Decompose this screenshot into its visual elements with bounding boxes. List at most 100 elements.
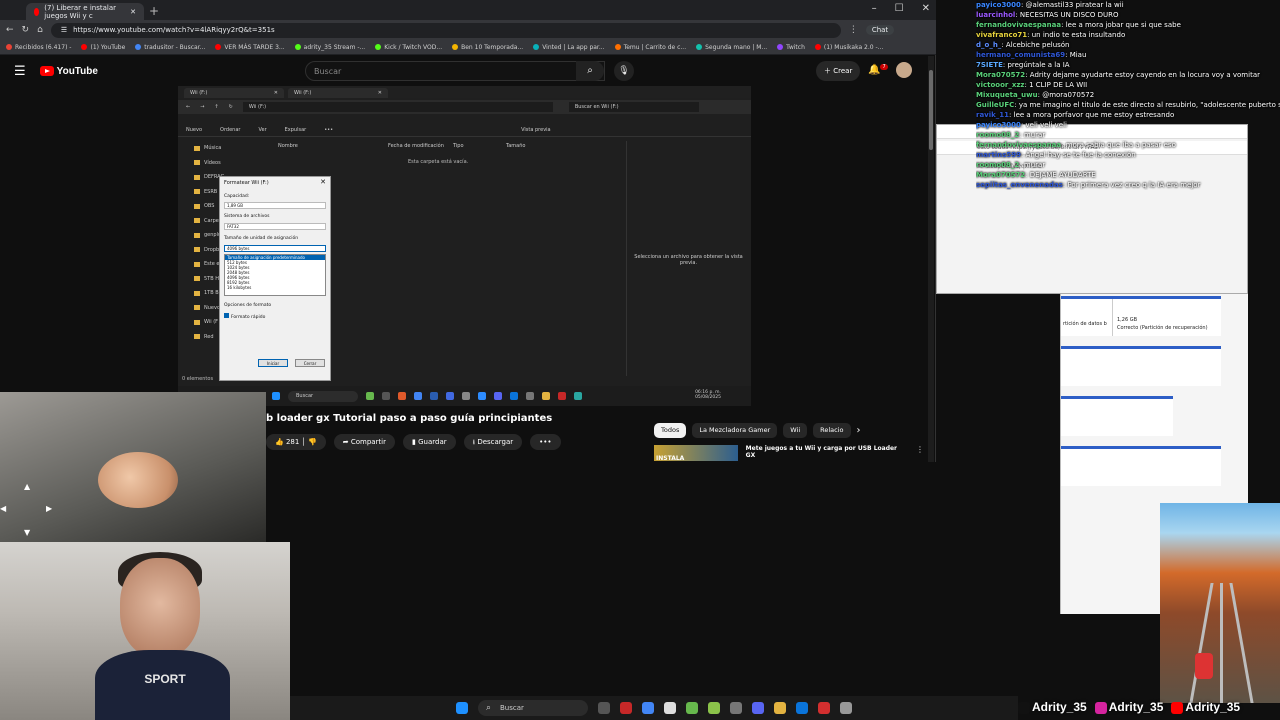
alloc-option[interactable]: 16 kilobytes xyxy=(225,285,325,290)
chat-username[interactable]: ravik_11 xyxy=(976,111,1009,119)
bookmark[interactable]: VER MÁS TARDE 3... xyxy=(215,44,285,51)
edge-icon[interactable] xyxy=(796,702,808,714)
app-icon[interactable] xyxy=(558,392,566,400)
quick-format-checkbox[interactable]: Formato rápido xyxy=(224,313,265,320)
extensions-icon[interactable]: ⋮ xyxy=(849,25,858,35)
start-button[interactable]: Iniciar xyxy=(258,359,288,367)
taskbar-search[interactable]: Buscar xyxy=(478,700,588,716)
chat-button[interactable]: Chat xyxy=(865,25,895,35)
partition-row[interactable] xyxy=(1061,446,1221,486)
bookmark[interactable]: (1) YouTube xyxy=(81,44,125,51)
app-icon[interactable] xyxy=(430,392,438,400)
menu-icon[interactable]: ☰ xyxy=(14,64,26,79)
maximize-icon[interactable]: ☐ xyxy=(895,3,904,14)
bookmark[interactable]: tradusitor - Buscar... xyxy=(135,44,205,51)
view-button[interactable]: Ver xyxy=(258,127,266,133)
download-button[interactable]: ⭳ Descargar xyxy=(463,434,523,450)
chip[interactable]: Wii xyxy=(783,423,808,438)
video-taskbar-search[interactable]: Buscar xyxy=(288,390,358,402)
more-button[interactable]: ••• xyxy=(530,434,561,450)
youtube-logo[interactable]: YouTube xyxy=(39,66,98,77)
preview-button[interactable]: Vista previa xyxy=(521,127,551,133)
browser-tab[interactable]: (7) Liberar e instalar juegos Wii y c ✕ xyxy=(26,3,144,20)
chevron-right-icon[interactable]: › xyxy=(857,425,861,436)
column-size[interactable]: Tamaño xyxy=(506,143,556,155)
close-icon[interactable]: ✕ xyxy=(320,178,326,186)
chat-username[interactable]: 7SIETE xyxy=(976,61,1003,69)
close-icon[interactable]: ✕ xyxy=(130,8,136,16)
folder-icon[interactable] xyxy=(542,392,550,400)
up-icon[interactable]: ↑ xyxy=(214,104,218,110)
partition-row[interactable]: rtición de datos b 1,26 GB Correcto (Par… xyxy=(1061,296,1221,336)
video-thumbnail[interactable]: INSTALA xyxy=(654,445,738,462)
bookmark[interactable]: (1) Musikaka 2.0 -... xyxy=(814,44,883,51)
forward-icon[interactable]: → xyxy=(200,104,204,110)
sidebar-item[interactable]: Música xyxy=(178,141,268,156)
chat-username[interactable]: payico3000 xyxy=(976,121,1021,129)
bookmark[interactable]: Twitch xyxy=(777,44,805,51)
chat-username[interactable]: Mixuqueta_uwu xyxy=(976,91,1038,99)
share-button[interactable]: ➦ Compartir xyxy=(333,434,395,450)
eject-button[interactable]: Expulsar xyxy=(285,127,307,133)
scrollbar[interactable] xyxy=(928,56,934,462)
save-button[interactable]: ▮ Guardar xyxy=(403,434,456,450)
app-icon[interactable] xyxy=(382,392,390,400)
video-player[interactable]: Wii (F:) ✕ Wii (F:) ✕ ← → ↑ ↻ Wii (F:) Bus… xyxy=(178,86,751,406)
chrome-icon[interactable] xyxy=(642,702,654,714)
explorer-address[interactable]: Wii (F:) xyxy=(242,102,553,112)
discord-icon[interactable] xyxy=(494,392,502,400)
close-icon[interactable]: ✕ xyxy=(274,90,278,96)
chat-username[interactable]: payico3000 xyxy=(976,1,1021,9)
windows-icon[interactable] xyxy=(272,392,280,400)
chat-username[interactable]: luarcinhol xyxy=(976,11,1015,19)
app-icon[interactable] xyxy=(708,702,720,714)
file-icon[interactable] xyxy=(664,702,676,714)
app-icon[interactable] xyxy=(686,702,698,714)
search-input[interactable]: Buscar xyxy=(305,61,605,81)
app-icon[interactable] xyxy=(478,392,486,400)
fs-select[interactable]: FAT32 xyxy=(224,223,326,230)
app-icon[interactable] xyxy=(398,392,406,400)
bookmark[interactable]: Temu | Carrito de c... xyxy=(614,44,686,51)
thumbs-down-icon[interactable]: 👎 xyxy=(308,438,317,446)
chip[interactable]: Relacio xyxy=(813,423,851,438)
chip[interactable]: La Mezcladora Gamer xyxy=(692,423,778,438)
chat-username[interactable]: victooor_xzz xyxy=(976,81,1025,89)
chat-username[interactable]: vivafranco71 xyxy=(976,31,1027,39)
partition-row[interactable] xyxy=(1061,346,1221,386)
column-date[interactable]: Fecha de modificación xyxy=(388,143,453,155)
home-icon[interactable]: ⌂ xyxy=(37,25,43,35)
url-field[interactable]: ☰ https://www.youtube.com/watch?v=4lARiq… xyxy=(50,22,841,38)
back-icon[interactable]: ← xyxy=(186,104,190,110)
refresh-icon[interactable]: ↻ xyxy=(229,104,233,110)
app-icon[interactable] xyxy=(446,392,454,400)
notifications-button[interactable]: 🔔 7 xyxy=(868,64,888,75)
mic-button[interactable]: 🎙 xyxy=(614,61,634,81)
chat-username[interactable]: hermano_comunista69 xyxy=(976,51,1065,59)
chat-username[interactable]: Mora070572 xyxy=(976,171,1025,179)
column-type[interactable]: Tipo xyxy=(453,143,506,155)
chip[interactable]: Todos xyxy=(654,423,687,438)
windows-start-icon[interactable] xyxy=(456,702,468,714)
app-icon[interactable] xyxy=(526,392,534,400)
explorer-tab[interactable]: Wii (F:) ✕ xyxy=(288,88,388,98)
chat-username[interactable]: fernandovivaespanaa xyxy=(976,21,1061,29)
app-icon[interactable] xyxy=(730,702,742,714)
avatar[interactable] xyxy=(896,62,912,78)
sidebar-item[interactable]: Vídeos xyxy=(178,156,268,171)
app-icon[interactable] xyxy=(462,392,470,400)
new-button[interactable]: Nuevo xyxy=(186,127,202,133)
more-icon[interactable]: ••• xyxy=(324,127,333,133)
alloc-select[interactable]: 4096 bytes xyxy=(224,245,326,252)
close-window-icon[interactable]: ✕ xyxy=(922,3,930,14)
chrome-icon[interactable] xyxy=(414,392,422,400)
new-tab-button[interactable]: + xyxy=(146,3,162,20)
back-icon[interactable]: ← xyxy=(6,25,14,35)
partition-row[interactable] xyxy=(1061,396,1173,436)
app-icon[interactable] xyxy=(574,392,582,400)
close-button[interactable]: Cerrar xyxy=(295,359,325,367)
app-icon[interactable] xyxy=(818,702,830,714)
chat-username[interactable]: roomo08_2 xyxy=(976,161,1019,169)
search-button[interactable]: ⌕ xyxy=(576,61,604,81)
app-icon[interactable] xyxy=(620,702,632,714)
